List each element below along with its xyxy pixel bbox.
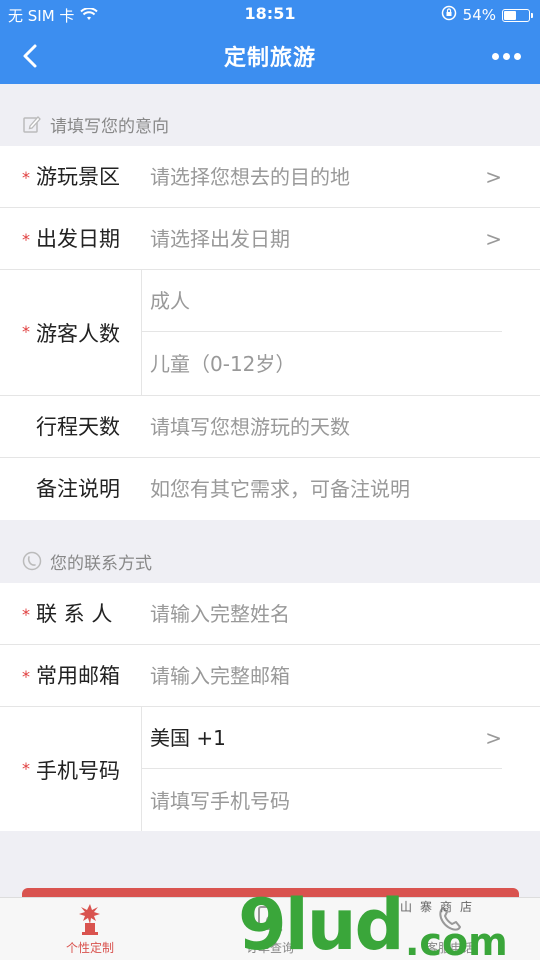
days-input[interactable]: 请填写您想游玩的天数 <box>150 396 350 458</box>
tab-custom[interactable]: 个性定制 <box>0 898 180 960</box>
page-title: 定制旅游 <box>223 46 316 71</box>
name-row[interactable]: * 联 系 人 请输入完整姓名 <box>0 583 540 645</box>
phone-input[interactable]: 请填写手机号码 <box>150 770 290 832</box>
name-label: 联 系 人 <box>36 602 113 626</box>
contact-form: * 联 系 人 请输入完整姓名 * 常用邮箱 请输入完整邮箱 * 手机号码 美国… <box>0 583 540 831</box>
days-label: 行程天数 <box>36 415 120 439</box>
watermark-logo: 9lud <box>238 890 405 960</box>
remarks-row[interactable]: 备注说明 如您有其它需求，可备注说明 <box>0 458 540 520</box>
app-header: 无 SIM 卡 18:51 54% 定制旅游 <box>0 0 540 84</box>
child-count-field[interactable]: 儿童（0-12岁） <box>141 333 502 395</box>
visitors-label: 游客人数 <box>36 322 120 346</box>
chevron-right-icon: > <box>485 165 502 189</box>
date-row[interactable]: * 出发日期 请选择出发日期 > <box>0 208 540 270</box>
adult-input[interactable]: 成人 <box>150 270 190 332</box>
remarks-label: 备注说明 <box>36 477 120 501</box>
required-mark: * <box>22 230 30 249</box>
more-dot-icon <box>513 52 521 60</box>
scenic-row[interactable]: * 游玩景区 请选择您想去的目的地 > <box>0 146 540 208</box>
status-right-group: 54% <box>441 5 533 25</box>
required-mark: * <box>22 759 30 778</box>
intent-form: * 游玩景区 请选择您想去的目的地 > * 出发日期 请选择出发日期 > * 游… <box>0 146 540 520</box>
more-dot-icon <box>491 52 499 60</box>
edit-icon <box>22 114 42 134</box>
more-dot-icon <box>502 52 510 60</box>
nav-bar: 定制旅游 <box>0 28 540 84</box>
chevron-right-icon: > <box>485 227 502 251</box>
date-select[interactable]: 请选择出发日期 <box>150 208 290 270</box>
date-label: 出发日期 <box>36 227 120 251</box>
country-code-value[interactable]: 美国 +1 <box>150 707 226 769</box>
chevron-right-icon: > <box>485 726 502 750</box>
email-label: 常用邮箱 <box>36 664 120 688</box>
remarks-input[interactable]: 如您有其它需求，可备注说明 <box>150 458 410 520</box>
phone-number-field[interactable]: 请填写手机号码 <box>141 770 502 832</box>
statue-icon <box>70 901 110 937</box>
required-mark: * <box>22 168 30 187</box>
section-intent-label: 请填写您的意向 <box>50 116 169 137</box>
battery-icon <box>502 8 533 22</box>
orientation-lock-icon <box>441 5 457 25</box>
email-input[interactable]: 请输入完整邮箱 <box>150 645 290 707</box>
battery-fill <box>504 10 516 20</box>
scenic-label: 游玩景区 <box>36 165 120 189</box>
battery-tip <box>531 12 533 18</box>
section-contact-label: 您的联系方式 <box>50 553 152 574</box>
watermark-suffix: .com <box>405 920 508 960</box>
phone-circle-icon <box>22 551 42 571</box>
days-row[interactable]: 行程天数 请填写您想游玩的天数 <box>0 396 540 458</box>
required-mark: * <box>22 667 30 686</box>
watermark-small-text: 山寨商店 <box>400 900 481 914</box>
more-button[interactable] <box>488 42 524 70</box>
required-mark: * <box>22 605 30 624</box>
email-row[interactable]: * 常用邮箱 请输入完整邮箱 <box>0 645 540 707</box>
status-bar: 无 SIM 卡 18:51 54% <box>0 0 540 28</box>
name-input[interactable]: 请输入完整姓名 <box>150 583 290 645</box>
required-mark: * <box>22 322 30 341</box>
visitors-row: * 游客人数 成人 儿童（0-12岁） <box>0 270 540 396</box>
phone-row: * 手机号码 美国 +1 > 请填写手机号码 <box>0 707 540 831</box>
watermark-brand: 9lud <box>238 884 405 960</box>
battery-percent: 54% <box>462 6 496 24</box>
tab-custom-label: 个性定制 <box>65 941 114 955</box>
country-code-select[interactable]: 美国 +1 > <box>141 707 502 769</box>
scenic-select[interactable]: 请选择您想去的目的地 <box>150 146 350 208</box>
child-input[interactable]: 儿童（0-12岁） <box>150 333 295 395</box>
adult-count-field[interactable]: 成人 <box>141 270 502 332</box>
phone-label: 手机号码 <box>36 759 120 783</box>
